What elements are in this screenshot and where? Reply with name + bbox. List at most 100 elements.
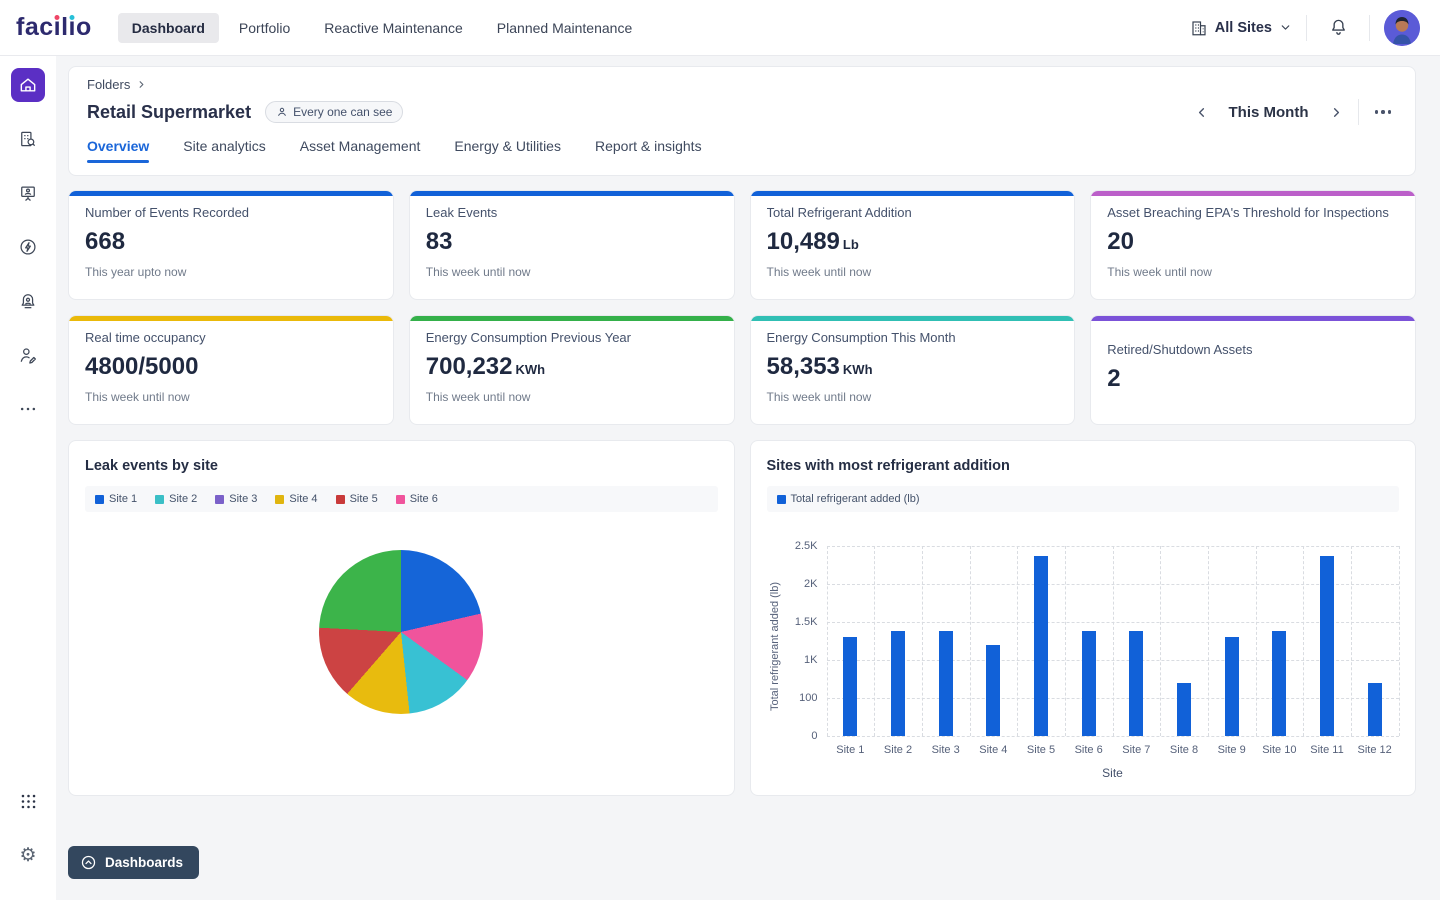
bar-site-11[interactable] (1320, 556, 1334, 736)
stat-card-leak-events[interactable]: Leak Events 83 This week until now (409, 190, 735, 300)
y-tick-label: 1K (804, 654, 817, 666)
pie-legend: Site 1 Site 2 Site 3 Site 4 Site 5 Site 6 (85, 486, 718, 512)
refrigerant-bar-chart[interactable]: Total refrigerant added (lb) 01001K1.5K2… (767, 518, 1400, 778)
card-subtitle: This week until now (767, 390, 1059, 404)
legend-item[interactable]: Site 2 (155, 493, 197, 505)
y-tick-label: 100 (799, 692, 817, 704)
tab-site-analytics[interactable]: Site analytics (183, 138, 265, 163)
gridline (1208, 546, 1209, 736)
legend-swatch (275, 495, 284, 504)
breadcrumb[interactable]: Folders (87, 77, 1397, 92)
page-title: Retail Supermarket (87, 102, 251, 123)
dashboards-button[interactable]: Dashboards (68, 846, 199, 879)
legend-item[interactable]: Site 1 (95, 493, 137, 505)
bar-site-2[interactable] (891, 631, 905, 736)
stat-card-occupancy[interactable]: Real time occupancy 4800/5000 This week … (68, 315, 394, 425)
card-value: 668 (85, 228, 377, 256)
bar-site-6[interactable] (1082, 631, 1096, 736)
stat-card-refrigerant-addition[interactable]: Total Refrigerant Addition 10,489Lb This… (750, 190, 1076, 300)
bar-site-12[interactable] (1368, 683, 1382, 736)
building-icon (1190, 19, 1208, 37)
apps-launcher-button[interactable] (11, 784, 45, 818)
more-icon (18, 399, 38, 419)
legend-label: Total refrigerant added (lb) (791, 493, 920, 505)
card-accent-bar (69, 316, 393, 321)
breadcrumb-folders[interactable]: Folders (87, 77, 130, 92)
tab-report-insights[interactable]: Report & insights (595, 138, 702, 163)
energy-icon (18, 237, 38, 257)
nav-item-reactive-maintenance[interactable]: Reactive Maintenance (310, 13, 477, 43)
asset-kiosk-icon (18, 183, 38, 203)
bar-site-3[interactable] (939, 631, 953, 736)
user-avatar[interactable] (1384, 10, 1420, 46)
previous-period-button[interactable] (1190, 101, 1213, 124)
card-title: Number of Events Recorded (85, 205, 377, 220)
card-value: 4800/5000 (85, 353, 377, 381)
stat-card-energy-previous-year[interactable]: Energy Consumption Previous Year 700,232… (409, 315, 735, 425)
card-subtitle: This week until now (426, 265, 718, 279)
bar-site-1[interactable] (843, 637, 857, 736)
bar-site-8[interactable] (1177, 683, 1191, 736)
tab-energy-utilities[interactable]: Energy & Utilities (454, 138, 561, 163)
dashboards-button-label: Dashboards (105, 855, 183, 870)
stat-card-epa-threshold[interactable]: Asset Breaching EPA's Threshold for Insp… (1090, 190, 1416, 300)
sidebar-item-more[interactable] (11, 392, 45, 426)
tab-overview[interactable]: Overview (87, 138, 149, 163)
notifications-button[interactable] (1321, 11, 1355, 45)
more-options-button[interactable] (1369, 104, 1398, 120)
tab-asset-management[interactable]: Asset Management (300, 138, 421, 163)
gridline (1399, 546, 1400, 736)
bar-site-7[interactable] (1129, 631, 1143, 736)
settings-button[interactable]: ⚙ (11, 838, 45, 872)
gridline (970, 546, 971, 736)
legend-label: Site 5 (350, 493, 378, 505)
legend-label: Site 6 (410, 493, 438, 505)
sidebar-item-energy[interactable] (11, 230, 45, 264)
y-tick-label: 1.5K (795, 616, 818, 628)
legend-swatch (777, 495, 786, 504)
bar-legend: Total refrigerant added (lb) (767, 486, 1400, 512)
card-title: Asset Breaching EPA's Threshold for Insp… (1107, 205, 1399, 220)
gridline (1017, 546, 1018, 736)
stat-card-retired-assets[interactable]: Retired/Shutdown Assets 2 (1090, 315, 1416, 425)
legend-item[interactable]: Site 3 (215, 493, 257, 505)
sidebar-item-vendors[interactable] (11, 338, 45, 372)
sidebar-item-alarms[interactable] (11, 284, 45, 318)
nav-item-portfolio[interactable]: Portfolio (225, 13, 304, 43)
divider (1369, 15, 1370, 41)
x-tick-label: Site 6 (1075, 744, 1103, 756)
main-content: Folders Retail Supermarket Every one can… (56, 56, 1440, 900)
pie-chart-panel: Leak events by site Site 1Site 2Site 3Si… (68, 440, 735, 796)
sidebar-item-home[interactable] (11, 68, 45, 102)
left-sidebar: ⚙ (0, 56, 56, 900)
legend-item[interactable]: Site 5 (336, 493, 378, 505)
visibility-badge[interactable]: Every one can see (265, 101, 403, 123)
bar-site-5[interactable] (1034, 556, 1048, 736)
nav-item-planned-maintenance[interactable]: Planned Maintenance (483, 13, 646, 43)
card-title: Energy Consumption This Month (767, 330, 1059, 345)
gridline (1256, 546, 1257, 736)
bar-site-9[interactable] (1225, 637, 1239, 736)
y-tick-label: 2.5K (795, 540, 818, 552)
bar-site-10[interactable] (1272, 631, 1286, 736)
legend-label: Site 2 (169, 493, 197, 505)
site-selector[interactable]: All Sites (1190, 19, 1292, 37)
card-subtitle: This year upto now (85, 265, 377, 279)
next-period-button[interactable] (1325, 101, 1348, 124)
chevron-right-icon (136, 79, 147, 90)
nav-item-dashboard[interactable]: Dashboard (118, 13, 219, 43)
leak-events-pie-chart[interactable] (319, 550, 483, 714)
dashboard-header-panel: Folders Retail Supermarket Every one can… (68, 66, 1416, 176)
stat-card-events-recorded[interactable]: Number of Events Recorded 668 This year … (68, 190, 394, 300)
sidebar-item-assets[interactable] (11, 176, 45, 210)
legend-item[interactable]: Site 6 (396, 493, 438, 505)
sidebar-item-portfolio[interactable] (11, 122, 45, 156)
legend-item[interactable]: Site 4 (275, 493, 317, 505)
period-selector[interactable]: This Month (1229, 104, 1309, 121)
x-tick-label: Site 12 (1358, 744, 1392, 756)
legend-label: Site 3 (229, 493, 257, 505)
x-tick-label: Site 9 (1218, 744, 1246, 756)
bar-site-4[interactable] (986, 645, 1000, 736)
alarm-person-icon (18, 291, 38, 311)
stat-card-energy-this-month[interactable]: Energy Consumption This Month 58,353KWh … (750, 315, 1076, 425)
